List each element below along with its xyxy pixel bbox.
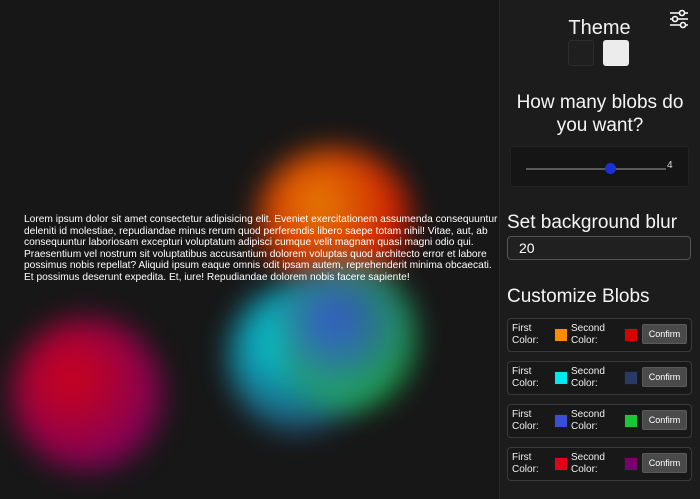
second-color-picker[interactable] [624,457,638,471]
second-color-picker[interactable] [624,371,638,385]
lorem-text: Lorem ipsum dolor sit amet consectetur a… [24,214,498,283]
confirm-button[interactable]: Confirm [642,453,687,473]
first-color-label: First Color: [512,323,539,346]
blob-count-slider[interactable]: 4 [510,146,689,187]
customize-title: Customize Blobs [507,286,650,307]
first-color-label: First Color: [512,409,539,432]
blob-3 [280,262,415,410]
slider-thumb[interactable] [604,163,616,174]
blur-title: Set background blur [507,212,678,233]
second-color-label: Second Color: [571,323,605,346]
second-color-label: Second Color: [571,452,605,475]
blob-count-question: How many blobs do you want? [516,92,684,136]
first-color-picker[interactable] [554,328,568,342]
theme-light-swatch[interactable] [603,40,629,66]
blob-row-3: First Color: Second Color: Confirm [507,404,692,438]
theme-dark-swatch[interactable] [568,40,594,66]
second-color-picker[interactable] [624,328,638,342]
first-color-picker[interactable] [554,457,568,471]
blob-count-value: 4 [667,160,673,171]
blob-4 [12,318,162,470]
second-color-label: Second Color: [571,366,605,389]
second-color-label: Second Color: [571,409,605,432]
confirm-button[interactable]: Confirm [642,367,687,387]
first-color-label: First Color: [512,452,539,475]
blob-row-1: First Color: Second Color: Confirm [507,318,692,352]
blur-input[interactable] [507,236,691,260]
confirm-button[interactable]: Confirm [642,324,687,344]
slider-track[interactable] [526,168,666,170]
first-color-picker[interactable] [554,414,568,428]
blob-row-2: First Color: Second Color: Confirm [507,361,692,395]
theme-title: Theme [568,17,631,39]
blob-row-4: First Color: Second Color: Confirm [507,447,692,481]
first-color-label: First Color: [512,366,539,389]
confirm-button[interactable]: Confirm [642,410,687,430]
first-color-picker[interactable] [554,371,568,385]
second-color-picker[interactable] [624,414,638,428]
